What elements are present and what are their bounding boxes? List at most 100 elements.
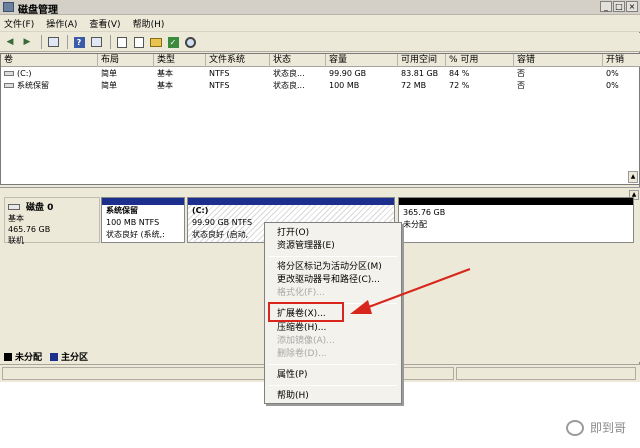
- partition-size: 365.76 GB: [403, 208, 446, 217]
- cell-status: 状态良...: [273, 69, 305, 78]
- header-free-space[interactable]: 可用空间: [398, 54, 446, 67]
- partition-bar: [102, 198, 184, 205]
- header-fault-tolerance[interactable]: 容错: [514, 54, 603, 67]
- legend-primary: 主分区: [50, 350, 88, 363]
- cell-fault-tolerance: 否: [517, 69, 525, 78]
- cell-overhead: 0%: [606, 81, 619, 90]
- menu-item-open[interactable]: 打开(O): [277, 227, 309, 239]
- toolbar: ◀ ▶ ? ✓: [0, 33, 640, 52]
- cell-capacity: 99.90 GB: [329, 69, 367, 78]
- disk-status: 联机: [8, 236, 24, 245]
- magnifier-icon[interactable]: [183, 36, 197, 49]
- cell-free-space: 83.81 GB: [401, 69, 439, 78]
- cell-percent-free: 84 %: [449, 69, 470, 78]
- legend-unallocated: 未分配: [4, 350, 42, 363]
- header-percent-free[interactable]: % 可用: [446, 54, 514, 67]
- partition-bar: [188, 198, 394, 205]
- window-controls: _ □ ×: [600, 1, 638, 12]
- console-tree-icon[interactable]: [46, 36, 60, 49]
- legend-label: 主分区: [61, 353, 89, 363]
- menu-separator: [269, 256, 397, 257]
- menu-item-shrink-volume[interactable]: 压缩卷(H)...: [277, 322, 326, 334]
- menu-item-properties[interactable]: 属性(P): [277, 369, 307, 381]
- disk-0-label[interactable]: 磁盘 0 基本 465.76 GB 联机: [4, 197, 100, 245]
- cell-filesystem: NTFS: [209, 69, 230, 78]
- toolbar-separator: [41, 35, 42, 49]
- menu-help[interactable]: 帮助(H): [133, 17, 165, 30]
- partition-status: 未分配: [403, 220, 427, 229]
- menu-bar: 文件(F) 操作(A) 查看(V) 帮助(H): [0, 15, 640, 32]
- volume-icon: [4, 71, 14, 76]
- maximize-button[interactable]: □: [613, 1, 625, 12]
- wechat-icon: [565, 419, 584, 436]
- menu-action[interactable]: 操作(A): [46, 17, 77, 30]
- cell-free-space: 72 MB: [401, 81, 427, 90]
- toolbar-separator: [67, 35, 68, 49]
- legend-swatch: [4, 352, 12, 361]
- cell-volume: 系统保留: [1, 80, 98, 92]
- properties-icon[interactable]: [89, 36, 103, 49]
- export-icon[interactable]: [132, 36, 146, 49]
- back-arrow-icon[interactable]: ◀: [3, 36, 17, 49]
- red-arrow-annotation: [350, 267, 471, 314]
- partition-status: 状态良好 (系统,:: [106, 230, 165, 239]
- cell-type: 基本: [157, 69, 173, 78]
- menu-file[interactable]: 文件(F): [4, 17, 34, 30]
- cell-layout: 简单: [101, 69, 117, 78]
- arrow-head: [350, 300, 372, 314]
- title-bar: 磁盘管理 _ □ ×: [0, 0, 640, 16]
- header-overhead[interactable]: 开销: [603, 54, 640, 67]
- cell-status: 状态良...: [273, 81, 305, 90]
- partition-unallocated[interactable]: 365.76 GB 未分配: [398, 197, 634, 243]
- disk-size: 465.76 GB: [8, 225, 51, 234]
- menu-item-help[interactable]: 帮助(H): [277, 390, 309, 402]
- menu-separator: [269, 385, 397, 386]
- partition-system-reserved[interactable]: 系统保留 100 MB NTFS 状态良好 (系统,:: [101, 197, 185, 243]
- watermark-text: 即到哥: [589, 421, 626, 435]
- cell-layout: 简单: [101, 81, 117, 90]
- minimize-button[interactable]: _: [600, 1, 612, 12]
- header-filesystem[interactable]: 文件系统: [206, 54, 270, 67]
- header-capacity[interactable]: 容量: [326, 54, 398, 67]
- status-segment: [2, 367, 272, 380]
- volume-icon: [4, 83, 14, 88]
- partition-size: 100 MB NTFS: [106, 218, 160, 227]
- legend-swatch: [50, 352, 59, 361]
- arrow-shaft: [365, 267, 471, 310]
- close-button[interactable]: ×: [626, 1, 638, 12]
- disk-name: 磁盘 0: [26, 203, 54, 213]
- refresh-icon[interactable]: [115, 36, 129, 49]
- table-row[interactable]: 系统保留 简单 基本 NTFS 状态良... 100 MB 72 MB 72 %…: [1, 80, 640, 92]
- check-icon[interactable]: ✓: [166, 36, 180, 49]
- menu-view[interactable]: 查看(V): [89, 17, 120, 30]
- watermark: 即到哥: [565, 419, 626, 436]
- cell-capacity: 100 MB: [329, 81, 360, 90]
- folder-icon[interactable]: [149, 36, 163, 49]
- menu-item-delete-volume: 删除卷(D)...: [277, 349, 327, 359]
- menu-item-add-mirror: 添加镜像(A)...: [277, 336, 335, 346]
- status-segment: [456, 367, 636, 380]
- partition-title: (C:): [192, 206, 209, 215]
- forward-arrow-icon[interactable]: ▶: [20, 36, 34, 49]
- scroll-up-icon[interactable]: ▲: [628, 171, 638, 183]
- header-status[interactable]: 状态: [270, 54, 326, 67]
- table-row[interactable]: (C:) 简单 基本 NTFS 状态良... 99.90 GB 83.81 GB…: [1, 68, 640, 80]
- header-type[interactable]: 类型: [154, 54, 206, 67]
- disk-icon: [8, 203, 20, 210]
- volume-list: 卷 布局 类型 文件系统 状态 容量 可用空间 % 可用 容错 开销 (C:) …: [0, 53, 640, 185]
- legend: 未分配 主分区: [4, 350, 96, 363]
- help-icon[interactable]: ?: [72, 36, 86, 49]
- cell-percent-free: 72 %: [449, 81, 470, 90]
- cell-type: 基本: [157, 81, 173, 90]
- menu-item-explorer[interactable]: 资源管理器(E): [277, 240, 335, 252]
- header-layout[interactable]: 布局: [98, 54, 154, 67]
- cell-overhead: 0%: [606, 69, 619, 78]
- cell-fault-tolerance: 否: [517, 81, 525, 90]
- partition-bar: [399, 198, 633, 205]
- cell-filesystem: NTFS: [209, 81, 230, 90]
- disk-type: 基本: [8, 214, 24, 223]
- cell-volume: (C:): [1, 68, 98, 80]
- toolbar-separator: [110, 35, 111, 49]
- header-volume[interactable]: 卷: [1, 54, 98, 67]
- highlight-box-annotation: [268, 302, 344, 322]
